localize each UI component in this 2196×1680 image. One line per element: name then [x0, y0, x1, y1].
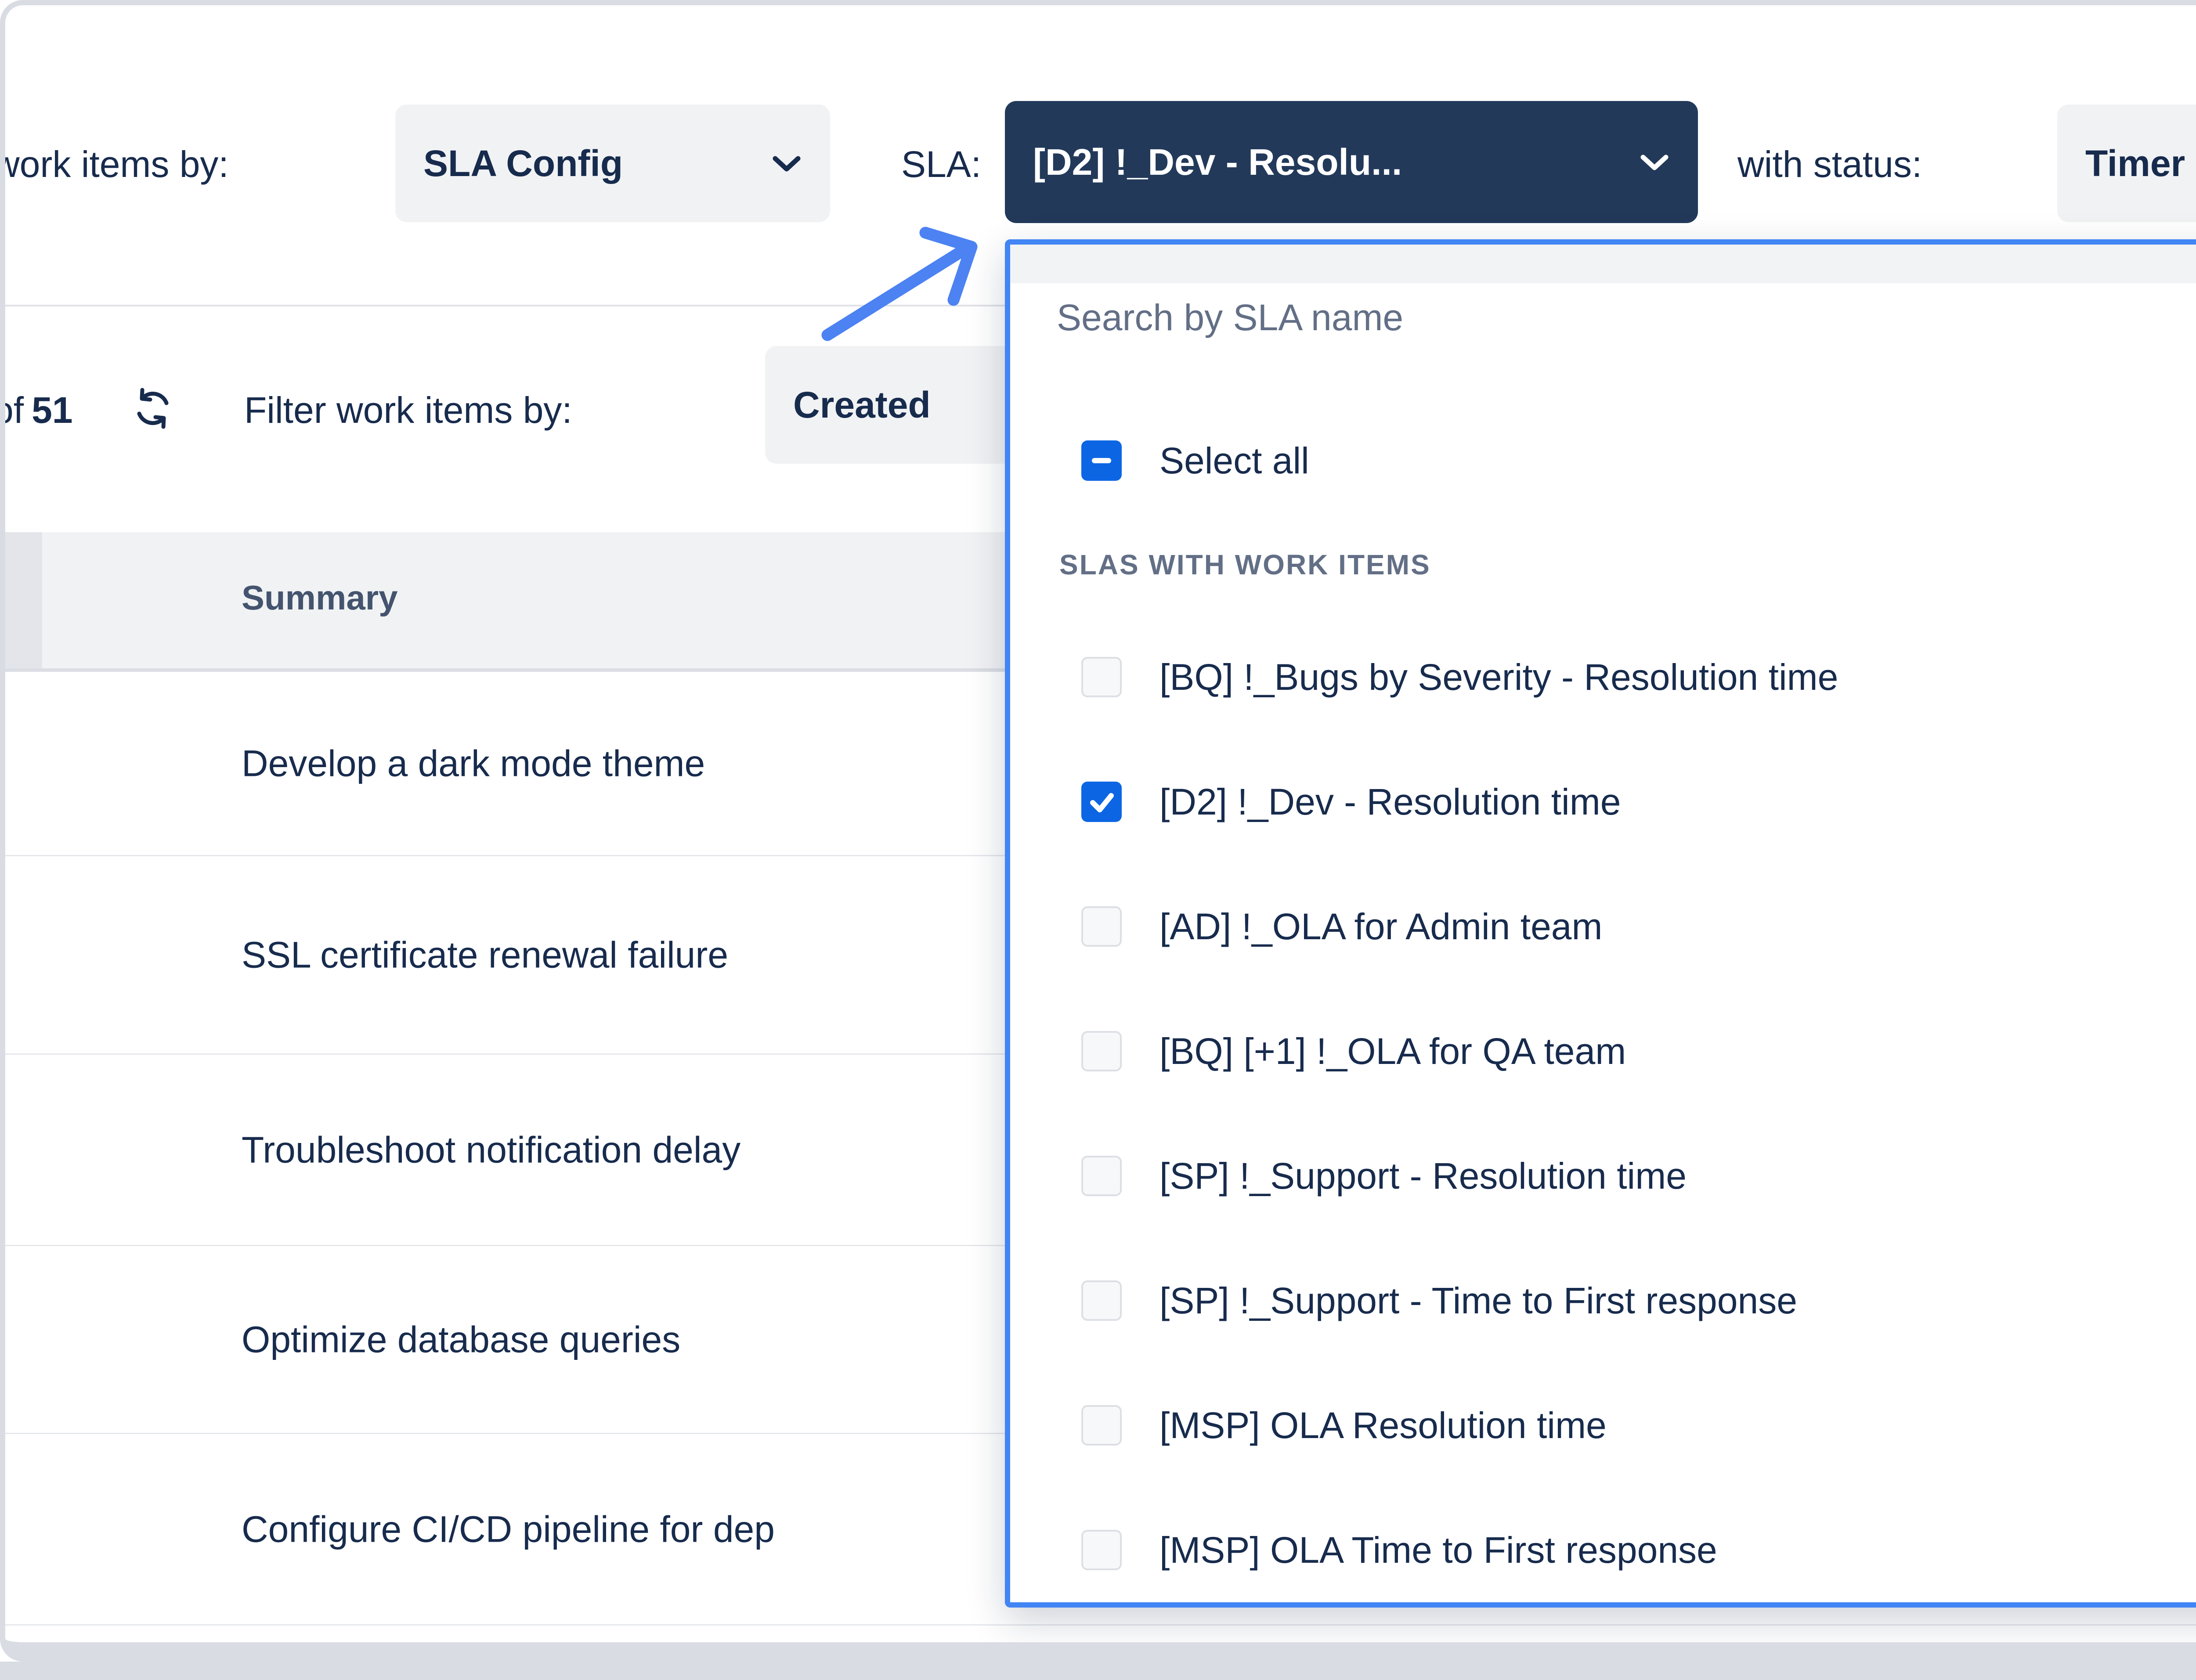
select-all-label: Select all [1159, 440, 1309, 482]
refresh-icon[interactable] [130, 386, 176, 431]
sla-option-checkbox[interactable] [1081, 782, 1122, 822]
sla-label: SLA: [901, 143, 981, 185]
sla-option-label: [BQ] !_Bugs by Severity - Resolution tim… [1159, 656, 1838, 699]
sla-option-checkbox[interactable] [1081, 1031, 1122, 1071]
sla-option-checkbox[interactable] [1081, 1156, 1122, 1196]
sla-config-dropdown-button[interactable]: SLA Config [395, 105, 830, 222]
sla-option-label: [D2] !_Dev - Resolution time [1159, 781, 1621, 823]
screenshot-card: work items by: SLA Config SLA: [D2] !_De… [0, 0, 2196, 1662]
with-status-label: with status: [1737, 143, 1922, 185]
sla-option-checkbox[interactable] [1081, 657, 1122, 697]
chevron-down-icon [771, 153, 802, 173]
sla-option-label: [AD] !_OLA for Admin team [1159, 905, 1602, 948]
work-item-summary: SSL certificate renewal failure [242, 934, 728, 976]
sla-option-label: [MSP] OLA Time to First response [1159, 1529, 1717, 1572]
sla-option-label: [BQ] [+1] !_OLA for QA team [1159, 1030, 1626, 1073]
select-all-option[interactable]: Select all [1081, 423, 1309, 498]
sla-dropdown-panel: Select all SLAS WITH WORK ITEMS [BQ] !_B… [1005, 239, 2196, 1608]
column-header-summary: Summary [242, 578, 398, 618]
sla-option-checkbox[interactable] [1081, 1280, 1122, 1321]
sla-option[interactable]: [BQ] [+1] !_OLA for QA team [1010, 989, 2196, 1114]
count-value: 51 [32, 389, 72, 431]
table-header-selection-column [5, 532, 42, 672]
filter-work-items-label: Filter work items by: [244, 389, 572, 431]
sla-option[interactable]: [SP] !_Support - Time to First response [1010, 1238, 2196, 1363]
work-item-summary: Develop a dark mode theme [242, 742, 705, 785]
sla-config-label: SLA Config [423, 142, 623, 185]
sla-option[interactable]: [MSP] OLA Time to First response [1010, 1488, 2196, 1612]
sla-option-checkbox[interactable] [1081, 1405, 1122, 1446]
panel-top-strip [1010, 245, 2196, 283]
chevron-down-icon [1639, 152, 1670, 172]
sla-option-label: [MSP] OLA Resolution time [1159, 1404, 1607, 1447]
sla-option-checkbox[interactable] [1081, 906, 1122, 947]
created-label: Created [793, 384, 931, 426]
work-item-summary: Optimize database queries [242, 1318, 680, 1361]
status-filter-label: Timer not started [2085, 142, 2196, 185]
section-header-slas-with-work-items: SLAS WITH WORK ITEMS [1059, 548, 1431, 581]
sla-option[interactable]: [AD] !_OLA for Admin team [1010, 864, 2196, 989]
table-row-partial [5, 1626, 2196, 1655]
search-input[interactable] [1056, 293, 2196, 342]
annotation-arrow-icon [791, 206, 1010, 364]
work-item-summary: Configure CI/CD pipeline for dep [242, 1508, 775, 1550]
sla-option-label: [SP] !_Support - Time to First response [1159, 1280, 1797, 1322]
select-all-checkbox[interactable] [1081, 440, 1122, 481]
sla-option[interactable]: [D2] !_Dev - Resolution time [1010, 739, 2196, 864]
status-filter-dropdown-button[interactable]: Timer not started [2057, 105, 2196, 222]
sla-selected-dropdown-button[interactable]: [D2] !_Dev - Resolu... [1005, 101, 1698, 223]
sla-option-checkbox[interactable] [1081, 1530, 1122, 1570]
work-item-count: of51 [0, 389, 73, 431]
indeterminate-dash-icon [1092, 458, 1111, 463]
sla-option[interactable]: [BQ] !_Bugs by Severity - Resolution tim… [1010, 615, 2196, 739]
work-items-by-label: work items by: [0, 143, 229, 185]
sla-selected-label: [D2] !_Dev - Resolu... [1033, 141, 1402, 184]
sla-option-label: [SP] !_Support - Resolution time [1159, 1155, 1687, 1197]
sla-option[interactable]: [MSP] OLA Resolution time [1010, 1363, 2196, 1488]
count-prefix: of [0, 389, 24, 431]
work-item-summary: Troubleshoot notification delay [242, 1128, 740, 1171]
sla-option[interactable]: [SP] !_Support - Resolution time [1010, 1114, 2196, 1238]
